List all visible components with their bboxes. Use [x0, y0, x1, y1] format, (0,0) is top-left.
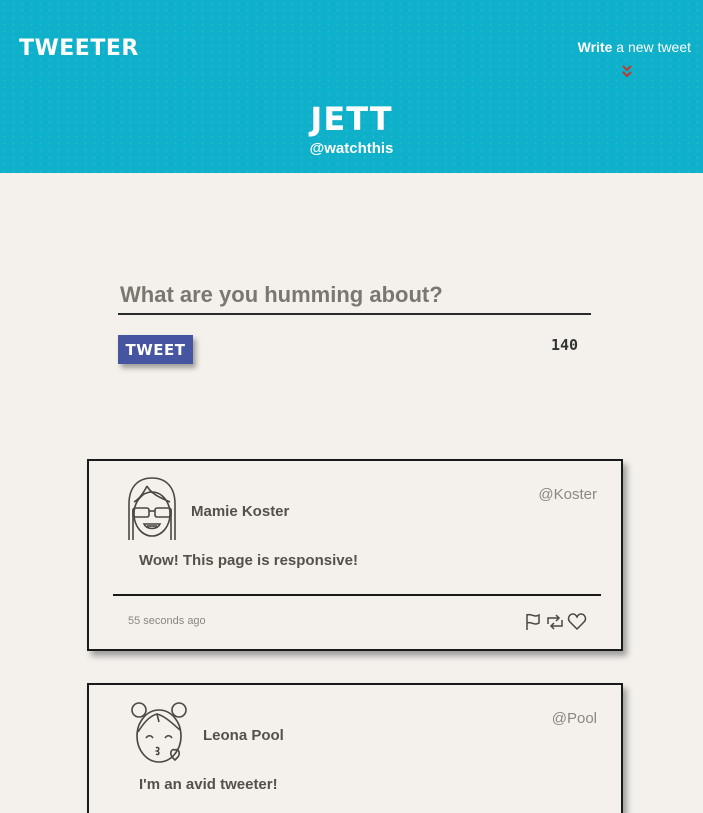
tweet-card: Mamie Koster @Koster Wow! This page is r… — [87, 459, 623, 651]
tweet-author-name: Leona Pool — [203, 727, 284, 744]
tweet-author-handle[interactable]: @Pool — [552, 710, 597, 727]
tweet-timestamp: 55 seconds ago — [128, 615, 206, 627]
tweet-text: Wow! This page is responsive! — [139, 552, 358, 569]
retweet-icon[interactable] — [545, 612, 565, 632]
card-divider — [113, 594, 601, 596]
char-counter: 140 — [551, 336, 579, 354]
chevron-down-icon[interactable] — [621, 64, 633, 80]
tweet-author-handle[interactable]: @Koster — [538, 486, 597, 503]
girl-blowing-kiss-avatar-icon — [131, 702, 187, 763]
tweet-button[interactable]: TWEET — [118, 335, 193, 364]
tweet-actions — [523, 612, 587, 632]
heart-icon[interactable] — [567, 612, 587, 632]
write-link-rest: a new tweet — [612, 39, 691, 55]
write-link-bold: Write — [577, 39, 613, 55]
tweet-text: I'm an avid tweeter! — [139, 776, 278, 793]
flag-icon[interactable] — [523, 612, 543, 632]
profile-header: TWEETER Write a new tweet JETT @watchthi… — [0, 0, 703, 173]
brand-logo[interactable]: TWEETER — [19, 36, 139, 61]
profile-name: JETT — [310, 100, 393, 138]
tweet-author-name: Mamie Koster — [191, 503, 290, 520]
tweet-composer-input[interactable] — [118, 277, 591, 315]
profile-handle: @watchthis — [309, 140, 394, 157]
write-new-tweet-link[interactable]: Write a new tweet — [578, 39, 691, 55]
tweet-card: Leona Pool @Pool I'm an avid tweeter! — [87, 683, 623, 813]
girl-with-glasses-avatar-icon — [128, 477, 176, 540]
